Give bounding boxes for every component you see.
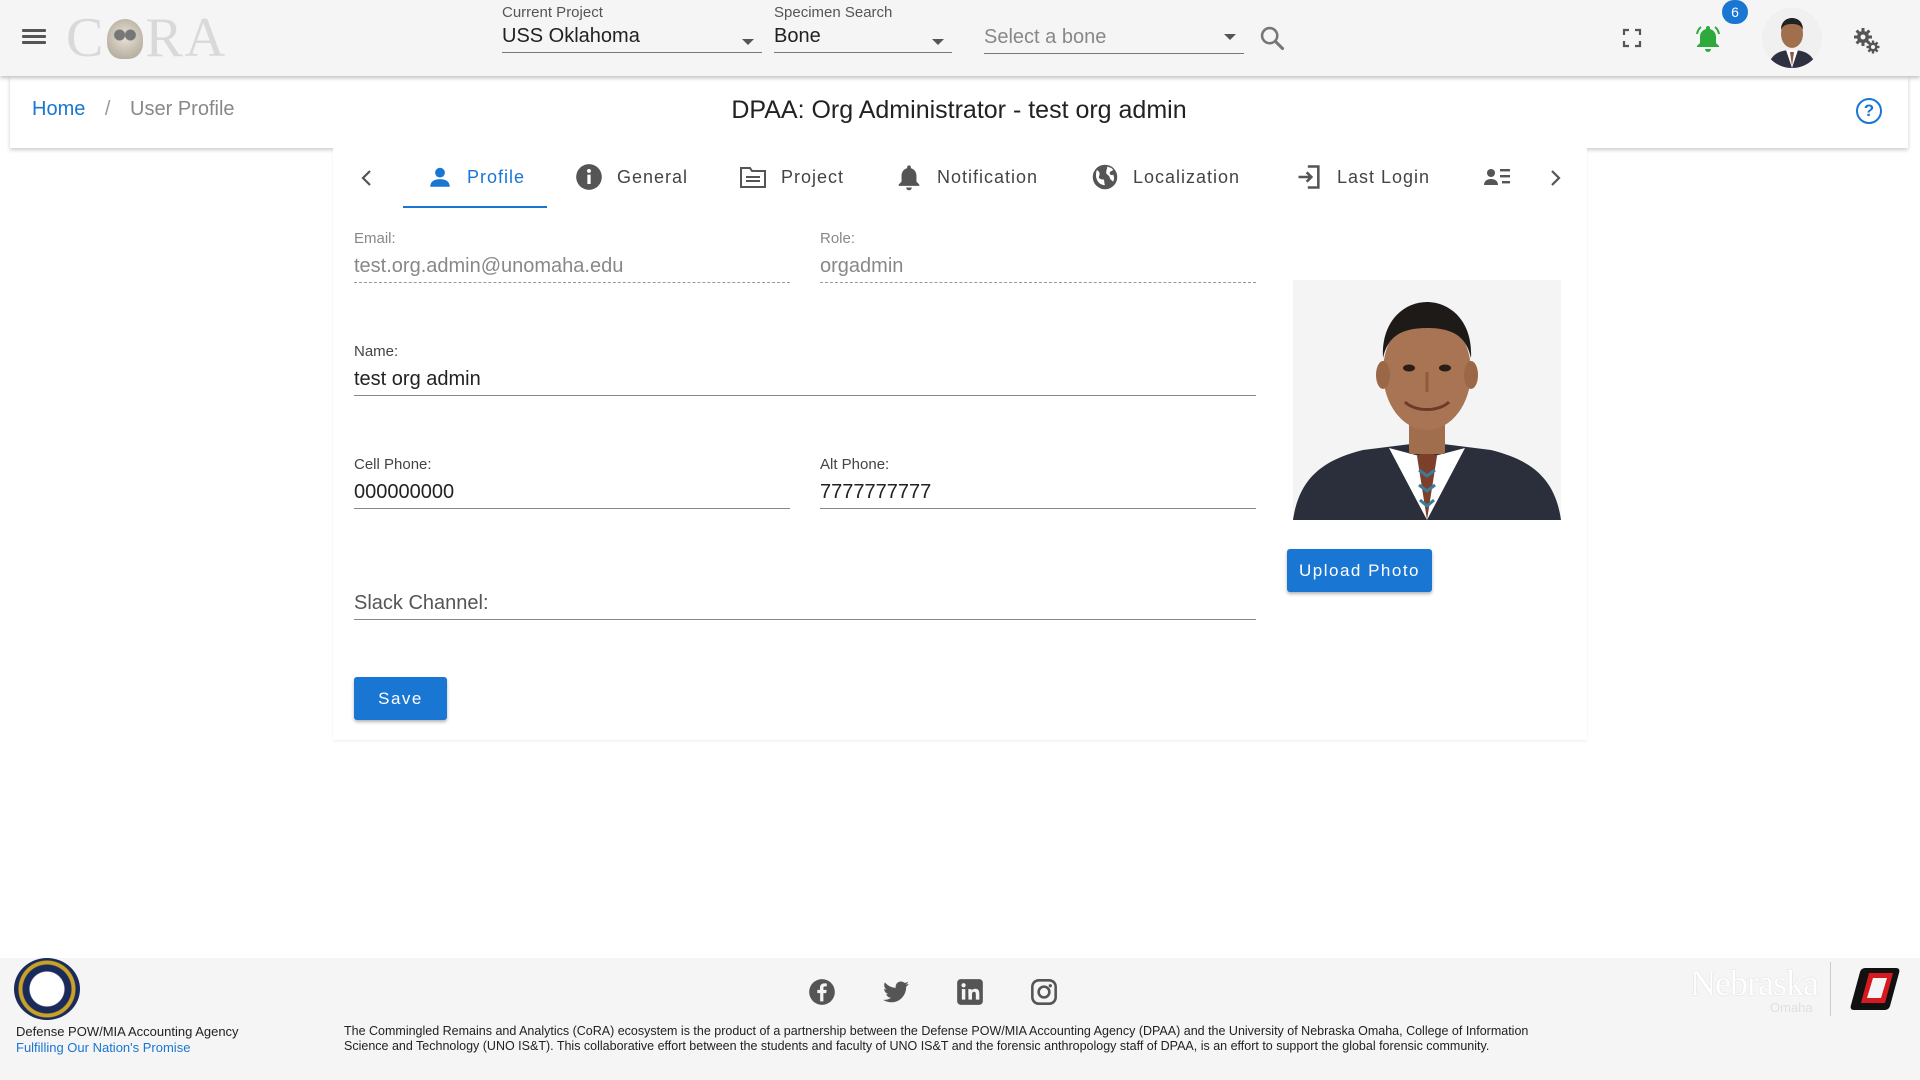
bone-select[interactable]: Select a bone: [984, 22, 1244, 54]
email-field: Email: test.org.admin@unomaha.edu: [354, 230, 790, 283]
current-project-value[interactable]: USS Oklahoma: [502, 23, 762, 53]
twitter-icon[interactable]: [882, 978, 910, 1006]
bell-icon: [898, 165, 920, 191]
profile-card: Profile General Project Notification Loc…: [333, 148, 1587, 740]
tab-last-login[interactable]: Last Login: [1295, 148, 1430, 206]
omaha-logo-text: Omaha: [1770, 1000, 1813, 1015]
info-icon: [576, 164, 602, 190]
linkedin-icon[interactable]: [956, 978, 984, 1006]
bone-select-placeholder[interactable]: Select a bone: [984, 24, 1244, 54]
breadcrumb-bar: Home / User Profile DPAA: Org Administra…: [10, 76, 1908, 148]
specimen-search-label: Specimen Search: [774, 4, 893, 21]
tab-label: Last Login: [1337, 166, 1431, 187]
help-icon[interactable]: ?: [1856, 98, 1882, 124]
cell-phone-input[interactable]: 000000000: [354, 475, 790, 509]
user-list-icon: [1484, 169, 1510, 185]
globe-icon: [1092, 164, 1118, 190]
dpaa-seal-logo: [14, 958, 80, 1020]
name-input[interactable]: test org admin: [354, 362, 1256, 396]
tab-general[interactable]: General: [575, 148, 688, 206]
name-label: Name:: [354, 343, 399, 360]
footer-description: The Commingled Remains and Analytics (Co…: [344, 1024, 1529, 1053]
tab-profile[interactable]: Profile: [402, 148, 548, 208]
tab-label: Notification: [937, 166, 1039, 187]
user-avatar[interactable]: [1762, 8, 1822, 68]
agency-tagline[interactable]: Fulfilling Our Nation's Promise: [16, 1040, 190, 1055]
instagram-icon[interactable]: [1030, 978, 1058, 1006]
role-value: orgadmin: [820, 249, 1256, 283]
person-icon: [430, 167, 450, 187]
role-label: Role:: [820, 230, 856, 247]
email-label: Email:: [354, 230, 396, 247]
role-field: Role: orgadmin: [820, 230, 1256, 283]
skull-icon: [107, 19, 144, 60]
search-icon[interactable]: [1258, 24, 1286, 52]
tab-label: Localization: [1133, 166, 1241, 187]
settings-gears-icon[interactable]: [1852, 26, 1882, 56]
upload-photo-button[interactable]: Upload Photo: [1287, 549, 1432, 592]
social-links: [808, 978, 1058, 1006]
profile-tabs: Profile General Project Notification Loc…: [333, 148, 1587, 208]
tab-label: Profile: [467, 166, 526, 187]
footer: Defense POW/MIA Accounting Agency Fulfil…: [0, 958, 1920, 1080]
hamburger-menu-icon[interactable]: [22, 26, 50, 50]
cell-phone-field[interactable]: Cell Phone: 000000000: [354, 456, 790, 509]
nebraska-logo: Nebraska: [1690, 963, 1819, 1003]
tab-user-list[interactable]: [1483, 148, 1525, 206]
tab-localization[interactable]: Localization: [1091, 148, 1240, 206]
chevron-down-icon: [742, 39, 754, 45]
app-bar: C RA Current Project USS Oklahoma Specime…: [0, 0, 1920, 76]
logo-divider: [1830, 962, 1831, 1016]
chevron-left-icon[interactable]: [355, 166, 379, 190]
alt-phone-field[interactable]: Alt Phone: 7777777777: [820, 456, 1256, 509]
notification-bell-icon[interactable]: [1692, 22, 1724, 54]
tab-notification[interactable]: Notification: [895, 148, 1038, 206]
slack-channel-label: Slack Channel:: [354, 592, 489, 614]
profile-photo: [1293, 280, 1561, 520]
name-field[interactable]: Name: test org admin: [354, 343, 1256, 396]
chevron-right-icon[interactable]: [1543, 166, 1567, 190]
facebook-icon[interactable]: [808, 978, 836, 1006]
folder-icon: [740, 167, 766, 188]
current-project-select[interactable]: Current Project USS Oklahoma: [502, 4, 762, 53]
email-value: test.org.admin@unomaha.edu: [354, 249, 790, 283]
cell-phone-label: Cell Phone:: [354, 456, 432, 473]
save-button[interactable]: Save: [354, 677, 447, 720]
chevron-down-icon: [1224, 34, 1236, 40]
tab-project[interactable]: Project: [739, 148, 844, 206]
cora-logo[interactable]: C RA: [66, 8, 227, 68]
current-project-label: Current Project: [502, 4, 603, 21]
specimen-search-value[interactable]: Bone: [774, 23, 952, 53]
slack-channel-input[interactable]: Slack Channel:: [354, 586, 1256, 620]
login-icon: [1298, 165, 1320, 189]
uno-o-logo: [1850, 968, 1900, 1010]
tab-label: General: [617, 166, 689, 187]
tab-label: Project: [781, 166, 845, 187]
alt-phone-label: Alt Phone:: [820, 456, 890, 473]
specimen-search-select[interactable]: Specimen Search Bone: [774, 4, 952, 53]
page-title: DPAA: Org Administrator - test org admin: [731, 96, 1187, 124]
alt-phone-input[interactable]: 7777777777: [820, 475, 1256, 509]
agency-name: Defense POW/MIA Accounting Agency: [16, 1024, 239, 1039]
fullscreen-icon[interactable]: [1622, 28, 1642, 48]
notification-count-badge: 6: [1722, 0, 1748, 24]
chevron-down-icon: [932, 39, 944, 45]
slack-channel-field[interactable]: Slack Channel:: [354, 584, 1256, 620]
